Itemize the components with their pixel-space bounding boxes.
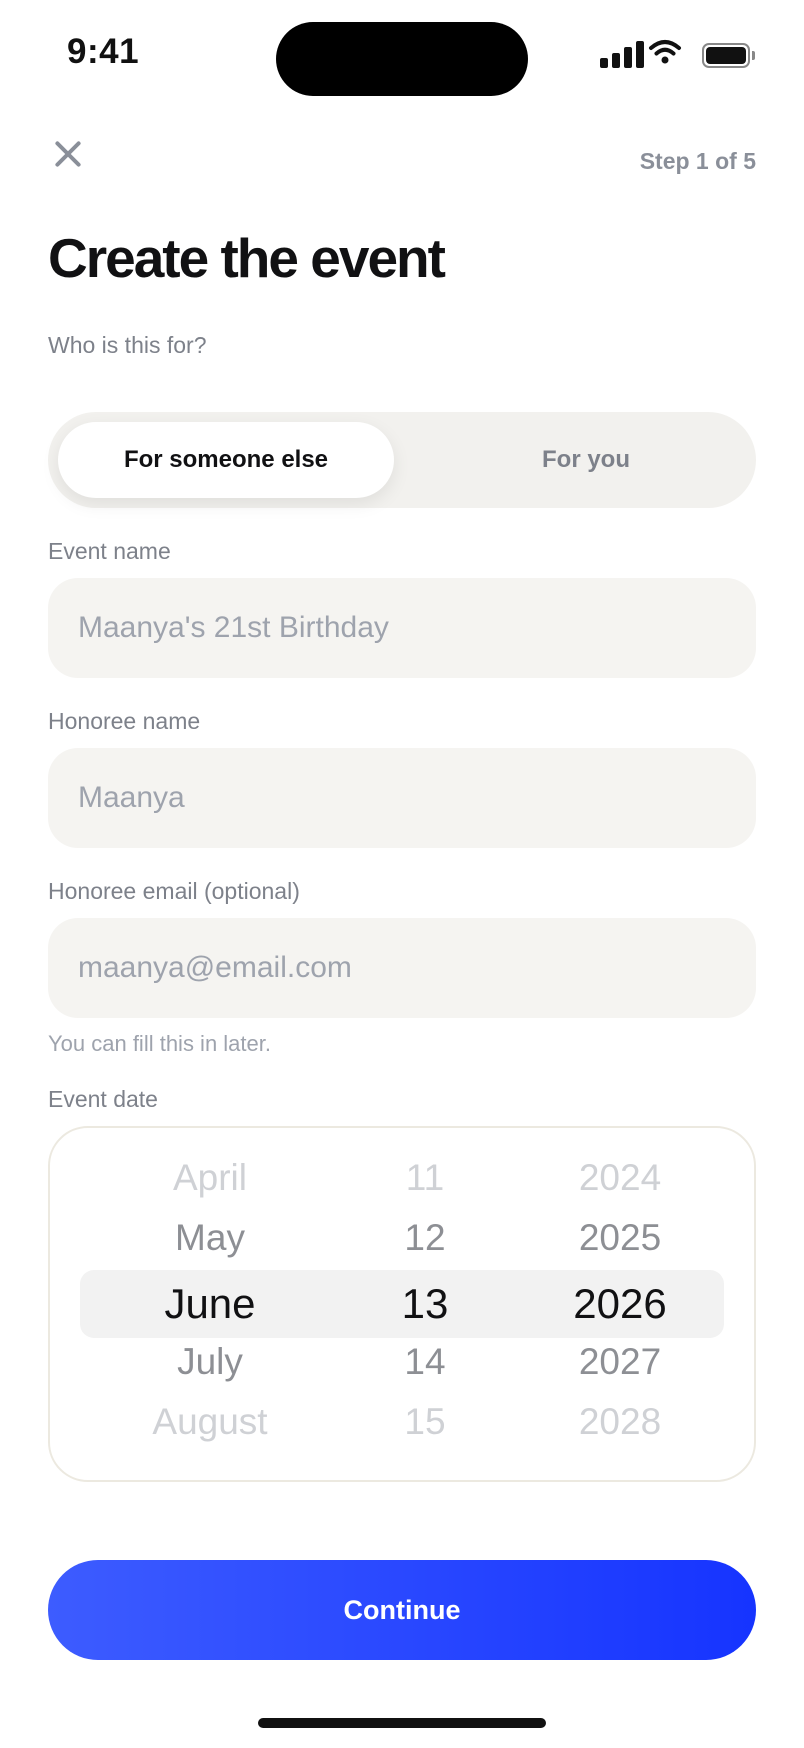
dynamic-island bbox=[276, 22, 528, 96]
segment-for-someone-else[interactable]: For someone else bbox=[58, 422, 394, 498]
month-option[interactable]: May bbox=[90, 1208, 330, 1268]
day-option-selected[interactable]: 13 bbox=[380, 1274, 470, 1334]
honoree-email-label: Honoree email (optional) bbox=[48, 878, 300, 904]
day-option[interactable]: 12 bbox=[380, 1208, 470, 1268]
step-indicator: Step 1 of 5 bbox=[639, 148, 756, 174]
day-option[interactable]: 11 bbox=[380, 1148, 470, 1208]
battery-icon bbox=[702, 43, 755, 68]
honoree-email-helper: You can fill this in later. bbox=[48, 1031, 271, 1056]
audience-segmented-control: For someone else For you bbox=[48, 412, 756, 508]
event-name-label: Event name bbox=[48, 538, 171, 564]
event-date-label: Event date bbox=[48, 1086, 158, 1112]
event-name-input[interactable] bbox=[48, 578, 756, 678]
status-time: 9:41 bbox=[67, 32, 140, 71]
page-title: Create the event bbox=[48, 227, 446, 289]
cellular-signal-icon bbox=[600, 40, 644, 68]
month-option[interactable]: July bbox=[90, 1332, 330, 1392]
year-option[interactable]: 2024 bbox=[540, 1148, 700, 1208]
honoree-name-label: Honoree name bbox=[48, 708, 201, 734]
date-picker: April May June July August 11 12 13 14 1… bbox=[48, 1126, 756, 1482]
year-option[interactable]: 2027 bbox=[540, 1332, 700, 1392]
month-option-selected[interactable]: June bbox=[90, 1274, 330, 1334]
segment-for-you[interactable]: For you bbox=[428, 422, 744, 498]
month-option[interactable]: August bbox=[90, 1392, 330, 1452]
honoree-name-input[interactable] bbox=[48, 748, 756, 848]
audience-label: Who is this for? bbox=[48, 332, 207, 358]
year-option[interactable]: 2025 bbox=[540, 1208, 700, 1268]
honoree-email-input[interactable] bbox=[48, 918, 756, 1018]
month-option[interactable]: April bbox=[90, 1148, 330, 1208]
status-bar: 9:41 bbox=[0, 0, 804, 110]
year-option-selected[interactable]: 2026 bbox=[540, 1274, 700, 1334]
day-wheel[interactable]: 11 12 13 14 15 bbox=[380, 1128, 470, 1480]
home-indicator bbox=[258, 1718, 546, 1728]
day-option[interactable]: 14 bbox=[380, 1332, 470, 1392]
wifi-icon bbox=[649, 40, 681, 64]
day-option[interactable]: 15 bbox=[380, 1392, 470, 1452]
continue-button[interactable]: Continue bbox=[48, 1560, 756, 1660]
year-wheel[interactable]: 2024 2025 2026 2027 2028 bbox=[540, 1128, 700, 1480]
close-icon[interactable] bbox=[48, 132, 92, 176]
month-wheel[interactable]: April May June July August bbox=[90, 1128, 330, 1480]
year-option[interactable]: 2028 bbox=[540, 1392, 700, 1452]
